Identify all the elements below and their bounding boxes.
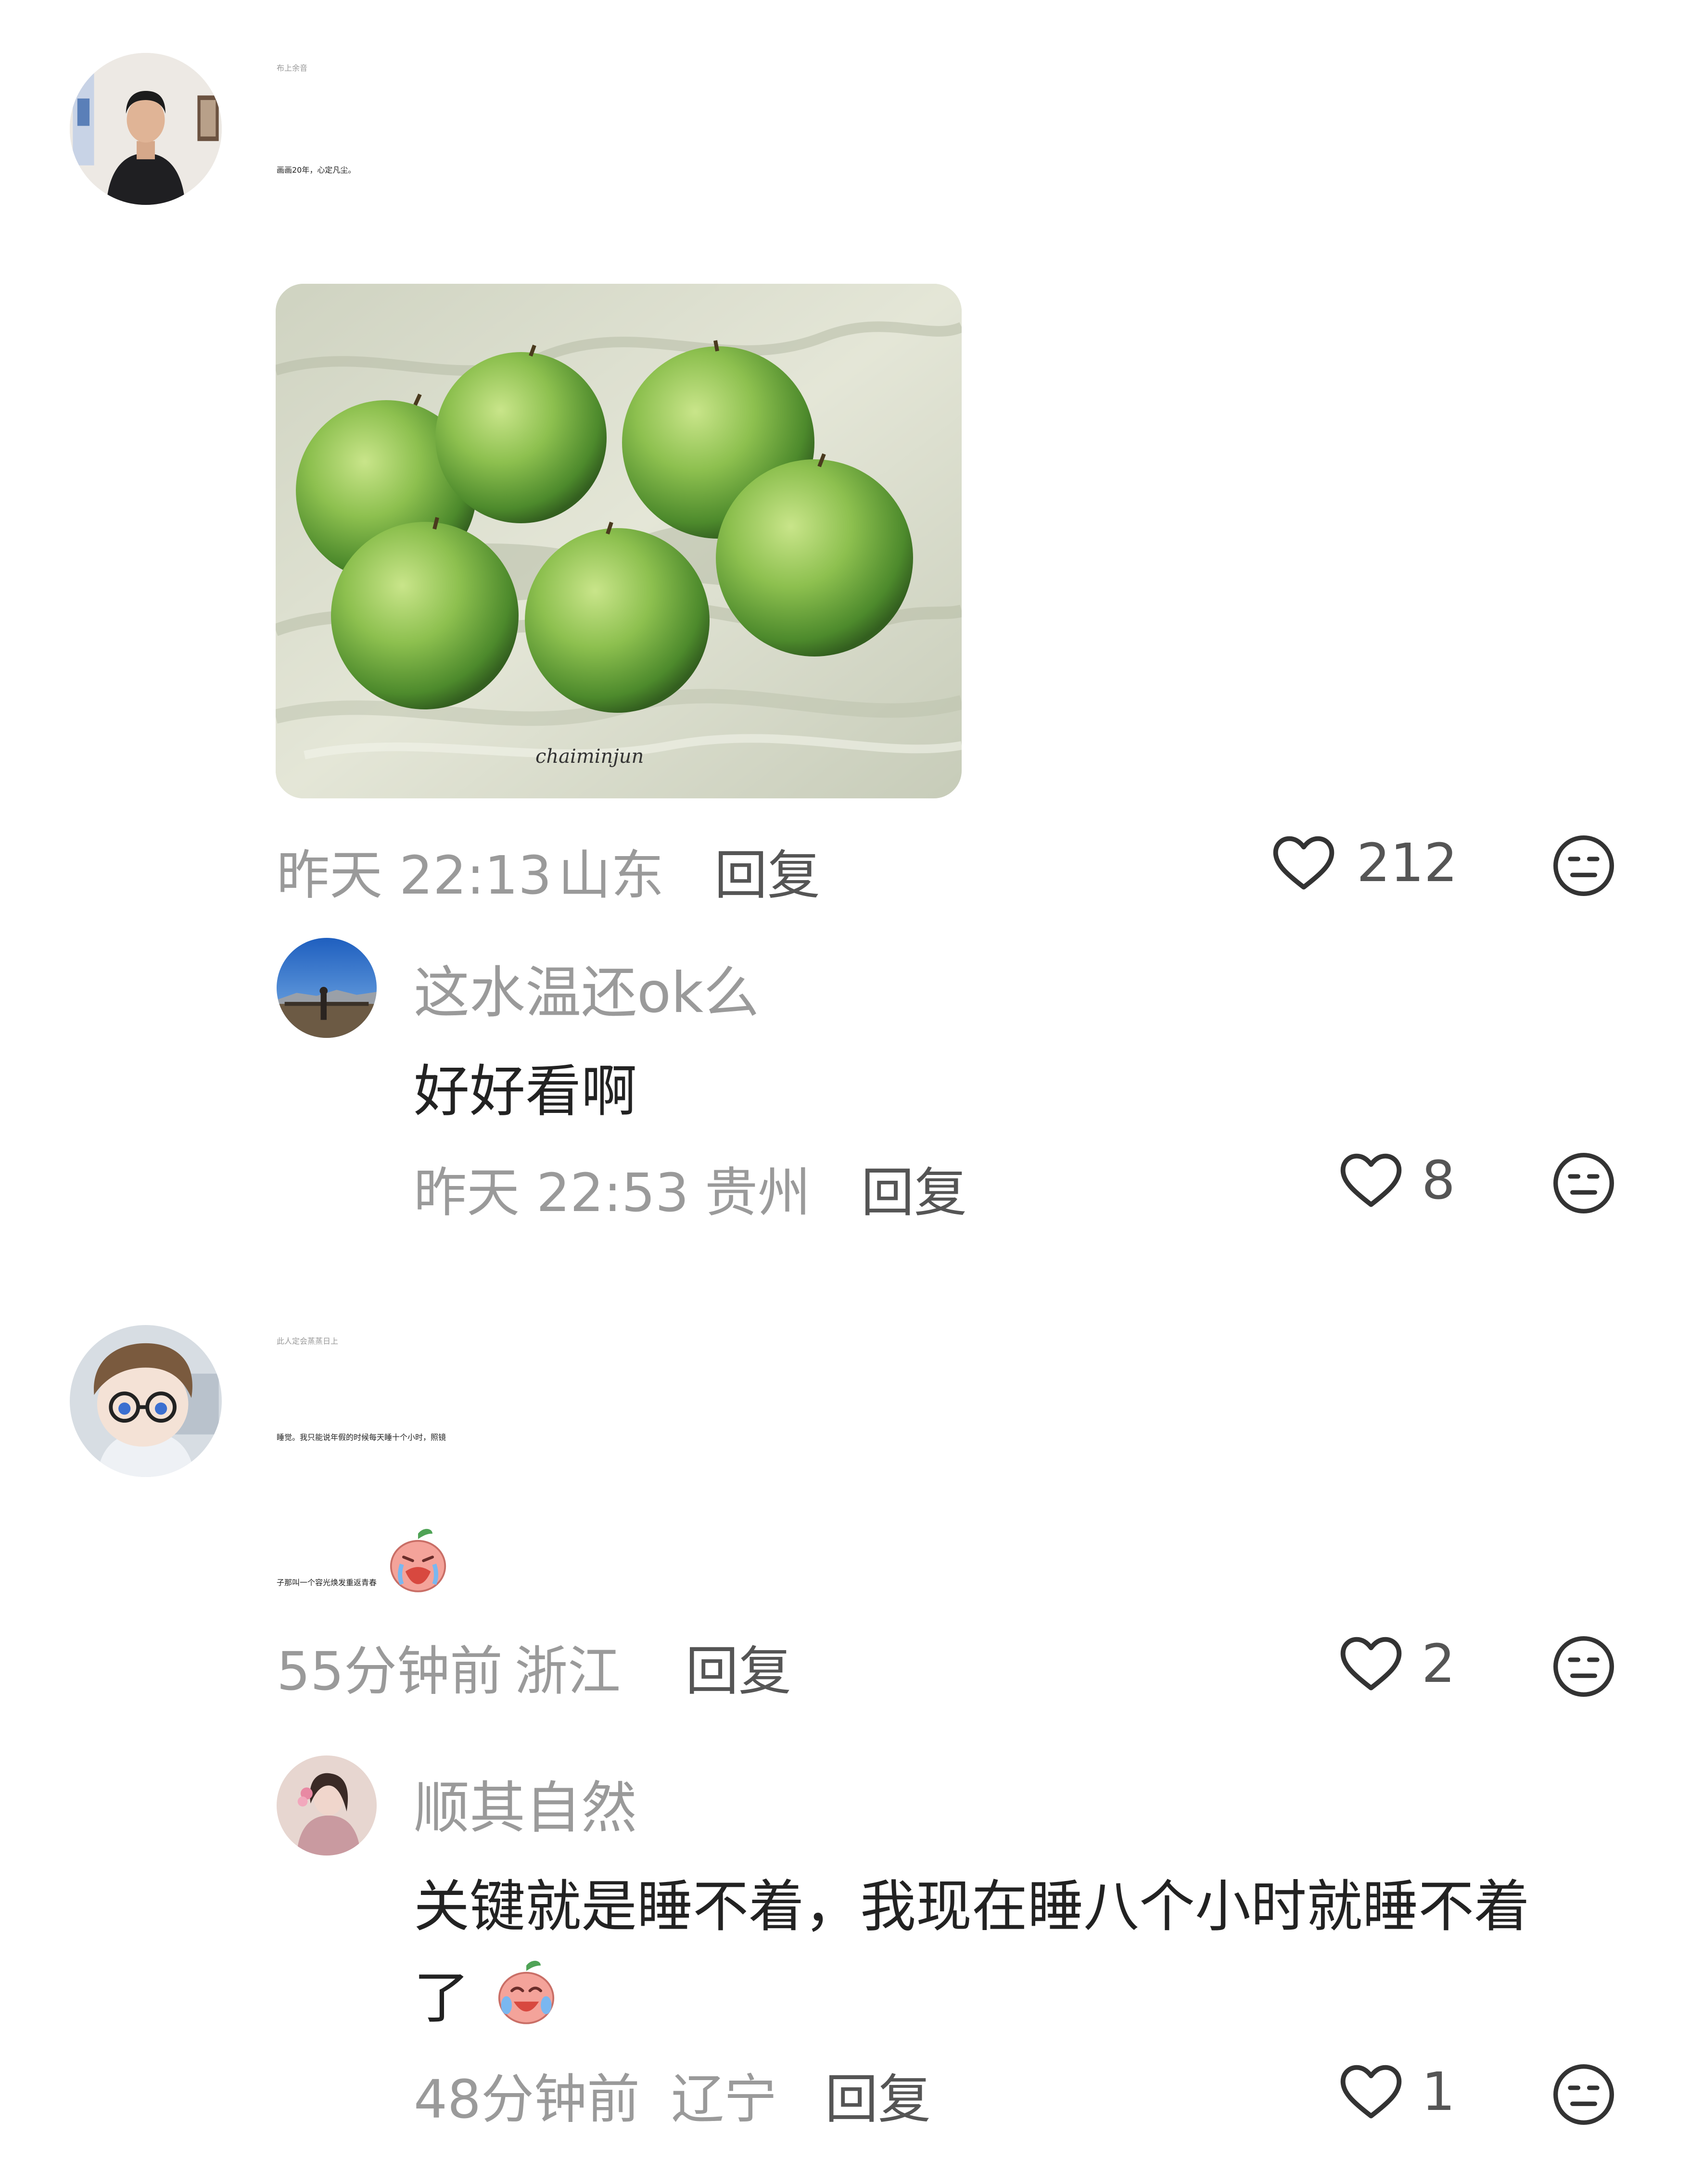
comment-text: 画画20年，心定凡尘。 <box>277 165 356 175</box>
reply-button[interactable]: 回复 <box>686 1628 791 1705</box>
neutral-face-icon <box>1550 832 1617 899</box>
neutral-face-icon <box>1550 1633 1617 1700</box>
comment-text-line: 子那叫一个容光焕发重返青春 <box>277 1525 454 1599</box>
laughing-tears-peach-emoji-icon <box>490 1957 562 2042</box>
like-count: 8 <box>1422 1149 1455 1211</box>
avatar-cartoon-image <box>70 1325 222 1477</box>
comment-username[interactable]: 此人定会蒸蒸日上 <box>277 1335 338 1346</box>
reply-button[interactable]: 回复 <box>714 832 820 909</box>
reply-text: 好好看啊 <box>414 1059 637 1124</box>
reply-time: 昨天 22:53 <box>414 1162 689 1224</box>
neutral-face-icon <box>1550 1149 1617 1217</box>
avatar-man-image <box>70 53 222 205</box>
avatar-landscape-image <box>277 938 377 1038</box>
like-count: 1 <box>1422 2061 1455 2122</box>
like-count: 2 <box>1422 1633 1455 1694</box>
comment-text-line-content: 子那叫一个容光焕发重返青春 <box>277 1578 377 1587</box>
like-button[interactable]: 1 <box>1337 2056 1467 2128</box>
dislike-button[interactable] <box>1550 832 1617 899</box>
like-count: 212 <box>1357 832 1458 894</box>
image-signature: chaiminjun <box>535 745 644 768</box>
neutral-face-icon <box>1550 2061 1617 2128</box>
comment-location: 山东 <box>558 845 664 906</box>
comment-time: 55分钟前 <box>277 1641 503 1702</box>
reply-text-line: 关键就是睡不着，我现在睡八个小时就睡不着 <box>414 1874 1530 1939</box>
avatar[interactable] <box>70 53 222 205</box>
comment-image[interactable]: chaiminjun <box>276 284 962 798</box>
reply-username[interactable]: 这水温还ok么 <box>414 947 759 1028</box>
avatar[interactable] <box>277 938 377 1038</box>
like-button[interactable]: 2 <box>1337 1628 1467 1700</box>
comment-location: 浙江 <box>515 1641 621 1702</box>
crying-peach-emoji-icon <box>382 1525 454 1599</box>
avatar-girl-image <box>277 1755 377 1856</box>
reply-location: 辽宁 <box>671 2069 777 2130</box>
reply-text-line: 了 <box>414 1953 562 2042</box>
reply-location: 贵州 <box>705 1162 811 1224</box>
reply-button[interactable]: 回复 <box>861 1149 967 1226</box>
dislike-button[interactable] <box>1550 2061 1617 2128</box>
reply-time: 48分钟前 <box>414 2069 640 2130</box>
comment-text-line: 睡觉。我只能说年假的时候每天睡十个小时，照镜 <box>277 1433 446 1442</box>
like-button[interactable]: 212 <box>1270 827 1467 899</box>
avatar[interactable] <box>277 1755 377 1856</box>
green-apples-painting <box>276 284 962 798</box>
heart-outline-icon <box>1270 830 1337 897</box>
reply-text-line-content: 了 <box>414 1966 470 2031</box>
heart-outline-icon <box>1337 1630 1405 1698</box>
reply-username[interactable]: 顺其自然 <box>414 1763 637 1843</box>
heart-outline-icon <box>1337 2058 1405 2126</box>
comment-time: 昨天 22:13 <box>277 845 552 906</box>
dislike-button[interactable] <box>1550 1633 1617 1700</box>
comment-username[interactable]: 布上余音 <box>277 62 307 73</box>
like-button[interactable]: 8 <box>1337 1145 1467 1217</box>
heart-outline-icon <box>1337 1147 1405 1214</box>
avatar[interactable] <box>70 1325 222 1477</box>
dislike-button[interactable] <box>1550 1149 1617 1217</box>
reply-button[interactable]: 回复 <box>825 2056 931 2133</box>
